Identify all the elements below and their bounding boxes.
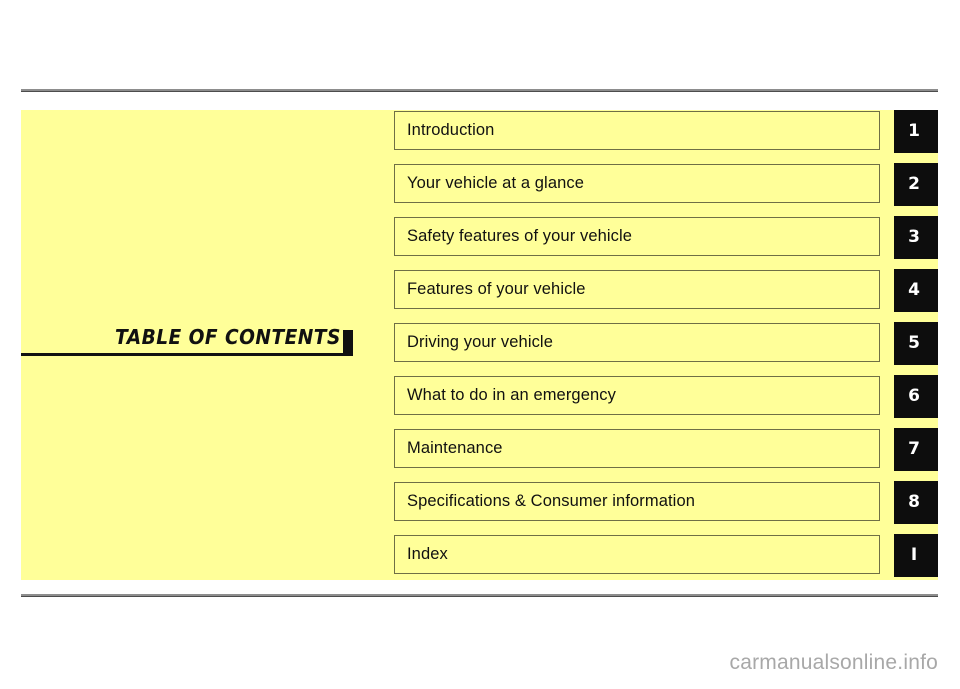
contents-row[interactable]: Your vehicle at a glance 2 [394, 163, 938, 206]
chapter-tab-number: 8 [908, 492, 920, 512]
chapter-tab[interactable]: 3 [894, 216, 938, 259]
chapter-tab[interactable]: 5 [894, 322, 938, 365]
contents-list: Introduction 1 Your vehicle at a glance … [394, 110, 938, 577]
title-underline [21, 353, 353, 356]
chapter-tab[interactable]: 2 [894, 163, 938, 206]
chapter-tab[interactable]: I [894, 534, 938, 577]
watermark: carmanualsonline.info [729, 651, 938, 674]
chapter-tab[interactable]: 7 [894, 428, 938, 471]
contents-entry-label: Safety features of your vehicle [407, 227, 633, 245]
page-title: TABLE OF CONTENTS [115, 325, 341, 349]
title-end-marker-icon [343, 330, 353, 353]
contents-row[interactable]: What to do in an emergency 6 [394, 375, 938, 418]
chapter-tab[interactable]: 8 [894, 481, 938, 524]
chapter-tab[interactable]: 1 [894, 110, 938, 153]
contents-entry-label: Specifications & Consumer information [407, 492, 695, 510]
contents-entry-label: Introduction [407, 121, 495, 139]
contents-row[interactable]: Introduction 1 [394, 110, 938, 153]
header-divider-rule [21, 89, 938, 92]
contents-entry-label: Your vehicle at a glance [407, 174, 584, 192]
footer-divider-rule [21, 594, 938, 597]
footer-divider-thin-line [21, 596, 938, 597]
contents-entry-box[interactable]: Index [394, 535, 880, 574]
contents-entry-box[interactable]: Your vehicle at a glance [394, 164, 880, 203]
manual-table-of-contents-page: TABLE OF CONTENTS Introduction 1 Your ve… [0, 0, 960, 689]
chapter-tab-number: 7 [908, 439, 920, 459]
contents-entry-box[interactable]: Introduction [394, 111, 880, 150]
chapter-tab-number: 1 [908, 121, 920, 141]
contents-entry-box[interactable]: Features of your vehicle [394, 270, 880, 309]
chapter-tab-number: 2 [908, 174, 920, 194]
chapter-tab-number: 5 [908, 333, 920, 353]
header-divider-thin-line [21, 91, 938, 92]
page-title-block: TABLE OF CONTENTS [21, 322, 353, 356]
contents-row[interactable]: Safety features of your vehicle 3 [394, 216, 938, 259]
contents-row[interactable]: Specifications & Consumer information 8 [394, 481, 938, 524]
chapter-tab-number: I [910, 545, 918, 565]
contents-entry-label: What to do in an emergency [407, 386, 616, 404]
contents-row[interactable]: Maintenance 7 [394, 428, 938, 471]
contents-row[interactable]: Driving your vehicle 5 [394, 322, 938, 365]
chapter-tab[interactable]: 4 [894, 269, 938, 312]
contents-panel: TABLE OF CONTENTS Introduction 1 Your ve… [21, 110, 938, 580]
chapter-tab-number: 3 [908, 227, 920, 247]
contents-entry-box[interactable]: Driving your vehicle [394, 323, 880, 362]
contents-row[interactable]: Index I [394, 534, 938, 577]
contents-entry-box[interactable]: Safety features of your vehicle [394, 217, 880, 256]
contents-row[interactable]: Features of your vehicle 4 [394, 269, 938, 312]
contents-entry-label: Features of your vehicle [407, 280, 586, 298]
chapter-tab-number: 4 [908, 280, 920, 300]
contents-entry-box[interactable]: What to do in an emergency [394, 376, 880, 415]
contents-entry-label: Index [407, 545, 448, 563]
contents-entry-label: Maintenance [407, 439, 503, 457]
chapter-tab-number: 6 [908, 386, 920, 406]
contents-entry-box[interactable]: Specifications & Consumer information [394, 482, 880, 521]
contents-entry-box[interactable]: Maintenance [394, 429, 880, 468]
chapter-tab[interactable]: 6 [894, 375, 938, 418]
contents-entry-label: Driving your vehicle [407, 333, 553, 351]
